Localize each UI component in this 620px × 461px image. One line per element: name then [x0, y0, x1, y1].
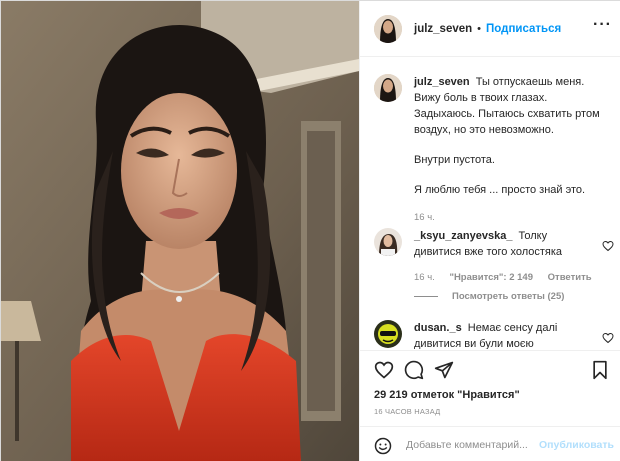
reply-button[interactable]: Ответить: [548, 272, 592, 283]
avatar[interactable]: [374, 14, 402, 43]
heart-icon[interactable]: [374, 360, 394, 380]
comment-username[interactable]: dusan._s: [414, 322, 462, 334]
comment-body: dusan._s Немає сенсу далі дивитися ви бу…: [414, 320, 594, 349]
bookmark-icon[interactable]: [590, 360, 610, 380]
caption-line: Вижу боль в твоих глазах.: [414, 92, 548, 104]
heart-icon[interactable]: [602, 332, 614, 344]
follow-button[interactable]: Подписаться: [486, 23, 561, 35]
caption-line: Я люблю тебя ... просто знай это.: [414, 184, 586, 196]
post-dialog: julz_seven • Подписаться ··· julz_seven …: [0, 0, 620, 461]
add-comment-bar: Опубликовать: [360, 426, 620, 461]
publish-button[interactable]: Опубликовать: [539, 439, 614, 451]
comments-list[interactable]: julz_seven Ты отпускаешь меня. Вижу боль…: [360, 58, 620, 349]
avatar-image: [374, 74, 402, 102]
likes-count[interactable]: 29 219 отметок "Нравится": [374, 389, 520, 401]
post-header: julz_seven • Подписаться ···: [360, 1, 620, 57]
caption-line: Внутри пустота.: [414, 154, 495, 166]
avatar-image: [374, 320, 402, 348]
comment-meta: 16 ч. "Нравится": 2 149 Ответить: [414, 272, 604, 283]
smiley-icon[interactable]: [374, 437, 392, 455]
comment-username[interactable]: _ksyu_zanyevska_: [414, 230, 512, 242]
view-replies-label: Посмотреть ответы (25): [452, 291, 565, 302]
comment-timestamp[interactable]: 16 ч.: [414, 272, 435, 283]
heart-icon[interactable]: [602, 240, 614, 252]
caption-line: Ты отпускаешь меня.: [475, 76, 585, 88]
caption-username[interactable]: julz_seven: [414, 76, 470, 88]
comment-avatar[interactable]: [374, 228, 402, 256]
caption-line: Задыхаюсь. Пытаюсь схватить ртом: [414, 108, 600, 120]
more-options-icon[interactable]: ···: [593, 17, 612, 33]
paper-plane-icon[interactable]: [434, 360, 454, 380]
comment-icon[interactable]: [404, 360, 424, 380]
post-actions: [360, 350, 620, 386]
comment-avatar[interactable]: [374, 320, 402, 348]
comment-likes[interactable]: "Нравится": 2 149: [449, 272, 533, 283]
header-separator: •: [477, 22, 482, 35]
post-author-username[interactable]: julz_seven: [414, 23, 472, 35]
avatar[interactable]: [374, 74, 402, 102]
caption-line: воздух, но это невозможно.: [414, 124, 554, 136]
caption-body: julz_seven Ты отпускаешь меня. Вижу боль…: [414, 74, 614, 226]
post-photo[interactable]: [1, 1, 359, 461]
avatar-image: [374, 14, 402, 43]
portrait-image: [1, 1, 359, 461]
post-side-panel: julz_seven • Подписаться ··· julz_seven …: [359, 1, 620, 461]
caption-timestamp[interactable]: 16 ч.: [414, 210, 614, 226]
divider: [414, 296, 438, 297]
avatar-image: [374, 228, 402, 256]
comment-body: _ksyu_zanyevska_ Толку дивитися вже того…: [414, 228, 594, 260]
post-timestamp[interactable]: 16 ЧАСОВ НАЗАД: [374, 407, 440, 416]
view-replies-button[interactable]: Посмотреть ответы (25): [414, 291, 564, 302]
